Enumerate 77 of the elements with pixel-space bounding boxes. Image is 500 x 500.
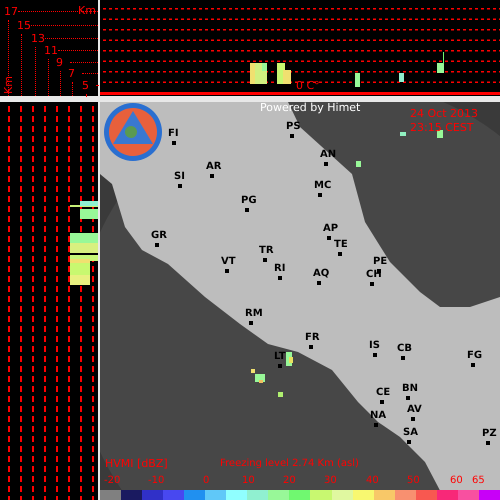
scale-tick-label: -10 <box>148 476 164 486</box>
city-label: IS <box>369 341 380 351</box>
height-tick-label: 17 <box>4 6 18 17</box>
city-label: RI <box>274 264 286 274</box>
city-label: PZ <box>482 429 497 439</box>
scale-tick-label: 0 <box>203 476 210 486</box>
city-marker-icon <box>471 363 475 367</box>
scale-tick-label: 60 <box>450 476 463 486</box>
scale-tick-label: 10 <box>242 476 255 486</box>
height-tick-label: 13 <box>31 33 45 44</box>
city-label: AR <box>206 162 222 172</box>
city-label: PE <box>373 257 388 267</box>
city-label: FR <box>305 333 320 343</box>
city-marker-icon <box>486 441 490 445</box>
city-label: FG <box>467 351 482 361</box>
city-marker-icon <box>370 282 374 286</box>
scale-tick-label: 50 <box>407 476 420 486</box>
city-label: BN <box>402 384 418 394</box>
city-marker-icon <box>407 440 411 444</box>
city-marker-icon <box>210 174 214 178</box>
city-label: GR <box>151 231 167 241</box>
city-marker-icon <box>338 252 342 256</box>
scale-tick-label: -20 <box>104 476 120 486</box>
city-marker-icon <box>317 281 321 285</box>
height-tick-label: 7 <box>68 68 75 79</box>
scale-tick-label: 65 <box>472 476 485 486</box>
city-label: TR <box>259 246 274 256</box>
city-marker-icon <box>327 236 331 240</box>
city-marker-icon <box>324 162 328 166</box>
city-marker-icon <box>373 353 377 357</box>
city-label: LT <box>274 352 286 362</box>
height-tick-label: 5 <box>82 80 89 91</box>
city-label: FI <box>168 129 179 139</box>
height-tick-label: 9 <box>56 57 63 68</box>
city-label: AP <box>323 224 338 234</box>
date-text: 24 Oct 2013 <box>410 108 478 119</box>
city-marker-icon <box>178 184 182 188</box>
city-marker-icon <box>278 364 282 368</box>
city-label: CB <box>397 344 412 354</box>
city-marker-icon <box>411 417 415 421</box>
city-marker-icon <box>401 356 405 360</box>
city-marker-icon <box>374 423 378 427</box>
time-text: 23:15 CEST <box>410 122 474 133</box>
city-label: AQ <box>313 269 330 279</box>
city-label: PG <box>241 196 257 206</box>
scale-tick-label: 40 <box>366 476 379 486</box>
city-marker-icon <box>263 258 267 262</box>
city-marker-icon <box>290 134 294 138</box>
height-tick-label: 15 <box>17 20 31 31</box>
city-marker-icon <box>249 321 253 325</box>
unit-label: Km <box>78 5 96 16</box>
city-label: NA <box>370 411 386 421</box>
city-label: PS <box>286 122 301 132</box>
freezing-level-text: Freezing level 2.74 Km (asl) <box>220 459 359 469</box>
city-label: TE <box>334 240 348 250</box>
city-marker-icon <box>155 243 159 247</box>
city-label: SA <box>403 428 418 438</box>
city-marker-icon <box>172 141 176 145</box>
city-marker-icon <box>377 269 381 273</box>
city-label: CE <box>376 388 390 398</box>
city-label: SI <box>174 172 185 182</box>
scale-tick-label: 30 <box>324 476 337 486</box>
scale-tick-label: 20 <box>283 476 296 486</box>
city-label: VT <box>221 257 236 267</box>
civil-protection-logo-icon <box>104 103 162 161</box>
city-marker-icon <box>380 400 384 404</box>
city-label: RM <box>245 309 263 319</box>
city-marker-icon <box>406 396 410 400</box>
legend-title: HVMI [dBZ] <box>105 458 168 469</box>
city-marker-icon <box>318 193 322 197</box>
city-marker-icon <box>309 345 313 349</box>
city-marker-icon <box>278 276 282 280</box>
city-marker-icon <box>225 269 229 273</box>
city-label: MC <box>314 181 332 191</box>
height-tick-label: 11 <box>44 45 58 56</box>
city-marker-icon <box>245 208 249 212</box>
city-label: AV <box>407 405 422 415</box>
